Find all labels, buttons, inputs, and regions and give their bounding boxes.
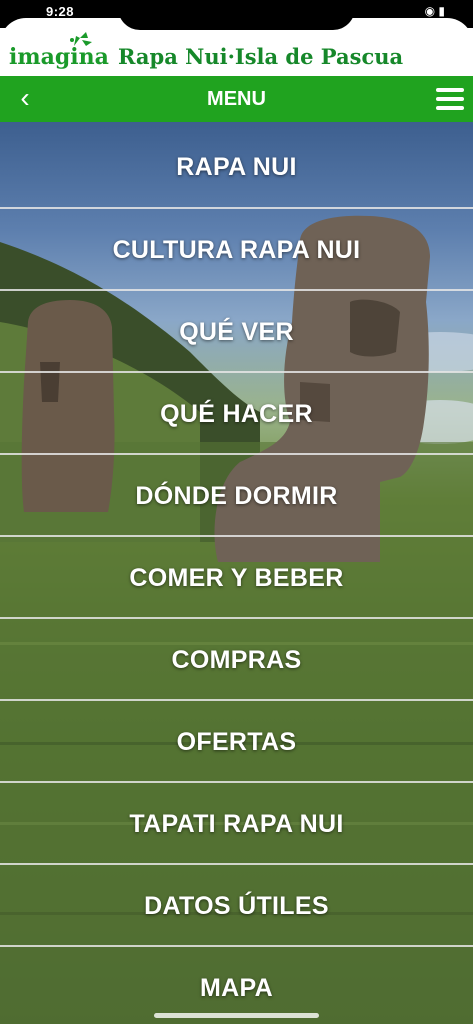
menu-item-label: QUÉ VER [179,317,294,346]
menu-item-label: DÓNDE DORMIR [135,481,338,510]
app-screen: 9:28 ◉ ▮ imagina Rapa Nui·Isla de Pascua… [0,0,473,1024]
menu-item-label: COMPRAS [171,645,302,674]
menu-item-label: DATOS ÚTILES [144,891,329,920]
menu-item-label: OFERTAS [176,727,297,756]
menu-item-que-ver[interactable]: QUÉ VER [0,291,473,373]
menu-item-label: CULTURA RAPA NUI [112,235,361,264]
menu-item-tapati-rapa-nui[interactable]: TAPATI RAPA NUI [0,783,473,865]
menu-item-rapa-nui[interactable]: RAPA NUI [0,126,473,208]
nav-bar: MENU ‹ [0,76,473,122]
notch [118,0,355,30]
status-icons: ◉ ▮ [424,4,445,18]
status-time: 9:28 [46,4,75,19]
nav-title: MENU [207,88,266,110]
menu-item-label: QUÉ HACER [160,399,313,428]
main-menu: RAPA NUI CULTURA RAPA NUI QUÉ VER QUÉ HA… [0,126,473,1024]
menu-item-label: COMER Y BEBER [129,563,344,592]
menu-item-que-hacer[interactable]: QUÉ HACER [0,373,473,455]
brand-imagina: imagina [9,44,109,70]
menu-item-label: TAPATI RAPA NUI [129,809,344,838]
menu-item-ofertas[interactable]: OFERTAS [0,701,473,783]
menu-item-compras[interactable]: COMPRAS [0,619,473,701]
menu-item-label: MAPA [200,973,273,1002]
menu-item-label: RAPA NUI [176,152,297,181]
brand-place-name: Rapa Nui·Isla de Pascua [118,44,404,69]
menu-item-comer-y-beber[interactable]: COMER Y BEBER [0,537,473,619]
chevron-left-icon[interactable]: ‹ [10,82,40,116]
menu-item-donde-dormir[interactable]: DÓNDE DORMIR [0,455,473,537]
menu-item-datos-utiles[interactable]: DATOS ÚTILES [0,865,473,947]
hamburger-icon[interactable] [435,86,465,112]
menu-item-cultura-rapa-nui[interactable]: CULTURA RAPA NUI [0,209,473,291]
home-indicator[interactable] [154,1013,319,1018]
